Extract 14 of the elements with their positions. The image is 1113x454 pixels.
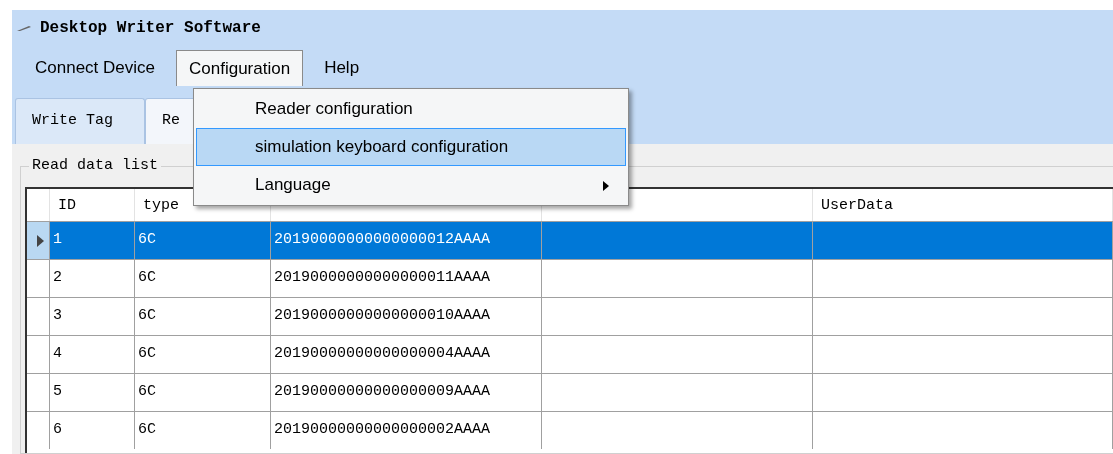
dropdown-item[interactable]: Reader configuration (196, 90, 626, 128)
current-row-icon (37, 234, 44, 247)
menu-item[interactable]: Configuration (176, 50, 304, 86)
table-cell: 20190000000000000012AAAA (271, 222, 542, 259)
table-cell: 6C (135, 222, 271, 259)
table-cell: 1 (50, 222, 135, 259)
pen-icon (16, 24, 32, 32)
window-title: Desktop Writer Software (40, 18, 261, 39)
menu-item[interactable]: Connect Device (22, 50, 168, 86)
table-cell: 4 (50, 336, 135, 373)
dropdown-item[interactable]: simulation keyboard configuration (196, 128, 626, 166)
tab[interactable]: Write Tag (15, 98, 145, 144)
row-header[interactable] (27, 222, 50, 259)
menu-item[interactable]: Help (311, 50, 373, 86)
